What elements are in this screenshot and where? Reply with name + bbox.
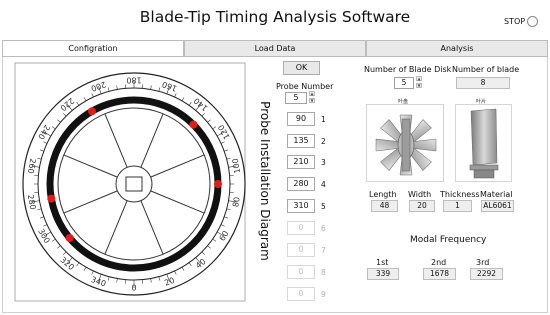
mode-3rd-label: 3rd [476, 258, 490, 267]
probe-angle-input-8[interactable]: 0 [287, 265, 315, 279]
scale-label: 80 [231, 196, 242, 208]
disk-spin-up-icon[interactable]: ▲ [416, 76, 422, 81]
tab-analysis[interactable]: Analysis [366, 40, 548, 56]
probe-index-1: 1 [321, 115, 326, 124]
material-value: AL6061 [481, 200, 514, 212]
probe-angle-input-5[interactable]: 310 [287, 199, 315, 213]
mode-2nd-value: 1678 [423, 268, 456, 280]
probe-angle-input-4[interactable]: 280 [287, 177, 315, 191]
probe-marker [47, 194, 56, 203]
blade-image [455, 104, 512, 182]
probe-index-9: 9 [321, 290, 326, 299]
probe-index-8: 8 [321, 268, 326, 277]
thickness-label: Thickness [440, 190, 480, 199]
rotor-wheel-icon: 0204060801001201401601802002202402602803… [14, 62, 246, 302]
probe-angle-input-3[interactable]: 210 [287, 155, 315, 169]
mode-1st-value: 339 [367, 268, 399, 280]
stop-label: STOP [504, 17, 526, 26]
probe-angle-input-7[interactable]: 0 [287, 243, 315, 257]
blade-icon [469, 108, 499, 179]
tab-load-data[interactable]: Load Data [184, 40, 366, 56]
probe-index-5: 5 [321, 202, 326, 211]
spin-down-icon[interactable]: ▼ [309, 98, 315, 103]
tab-bar: Configration Load Data Analysis [2, 40, 548, 57]
material-label: Material [480, 190, 513, 199]
probe-index-7: 7 [321, 246, 326, 255]
scale-label: 0 [131, 284, 136, 293]
probe-index-6: 6 [321, 224, 326, 233]
blisk-icon [375, 114, 437, 176]
length-value: 48 [371, 200, 398, 212]
thickness-value: 1 [443, 200, 472, 212]
probe-number-input[interactable]: 5 [285, 92, 307, 104]
stop-indicator[interactable]: STOP [504, 16, 539, 27]
probe-angle-input-1[interactable]: 90 [287, 112, 315, 126]
scale-label: 180 [126, 76, 141, 85]
num-blade-disk-label: Number of Blade Disk [364, 65, 452, 74]
mode-1st-label: 1st [376, 258, 389, 267]
modal-frequency-title: Modal Frequency [410, 235, 487, 245]
blisk-image [366, 104, 444, 182]
stop-led-icon[interactable] [527, 16, 539, 27]
probe-marker [214, 180, 222, 188]
width-value: 20 [409, 200, 435, 212]
width-label: Width [408, 190, 432, 199]
ok-button[interactable]: OK [283, 61, 320, 75]
probe-marker [65, 233, 74, 242]
vertical-title-text: Probe Installation Diagram [258, 101, 272, 261]
app-title: Blade-Tip Timing Analysis Software [139, 8, 411, 26]
tab-configuration[interactable]: Configration [2, 40, 184, 56]
mode-2nd-label: 2nd [431, 258, 447, 267]
probe-marker [189, 120, 198, 129]
probe-angle-input-9[interactable]: 0 [287, 287, 315, 301]
num-blade-label: Number of blade [452, 65, 520, 74]
probe-angle-input-2[interactable]: 135 [287, 134, 315, 148]
probe-diagram-title: Probe Installation Diagram [258, 101, 272, 261]
probe-installation-diagram: 0 20 40 60 80 100 120 140 160 180 200 220 240 260 280 3… [14, 62, 246, 302]
num-blade-value: 8 [456, 77, 510, 89]
mode-3rd-value: 2292 [470, 268, 503, 280]
spin-up-icon[interactable]: ▲ [309, 91, 315, 96]
probe-index-4: 4 [321, 180, 326, 189]
length-label: Length [369, 190, 397, 199]
probe-index-2: 2 [321, 137, 326, 146]
probe-angle-input-6[interactable]: 0 [287, 221, 315, 235]
num-blade-disk-input[interactable]: 5 [394, 77, 414, 89]
probe-marker [88, 107, 96, 116]
probe-index-3: 3 [321, 158, 326, 167]
probe-number-label: Probe Number [276, 82, 334, 91]
disk-spin-down-icon[interactable]: ▼ [416, 83, 422, 88]
